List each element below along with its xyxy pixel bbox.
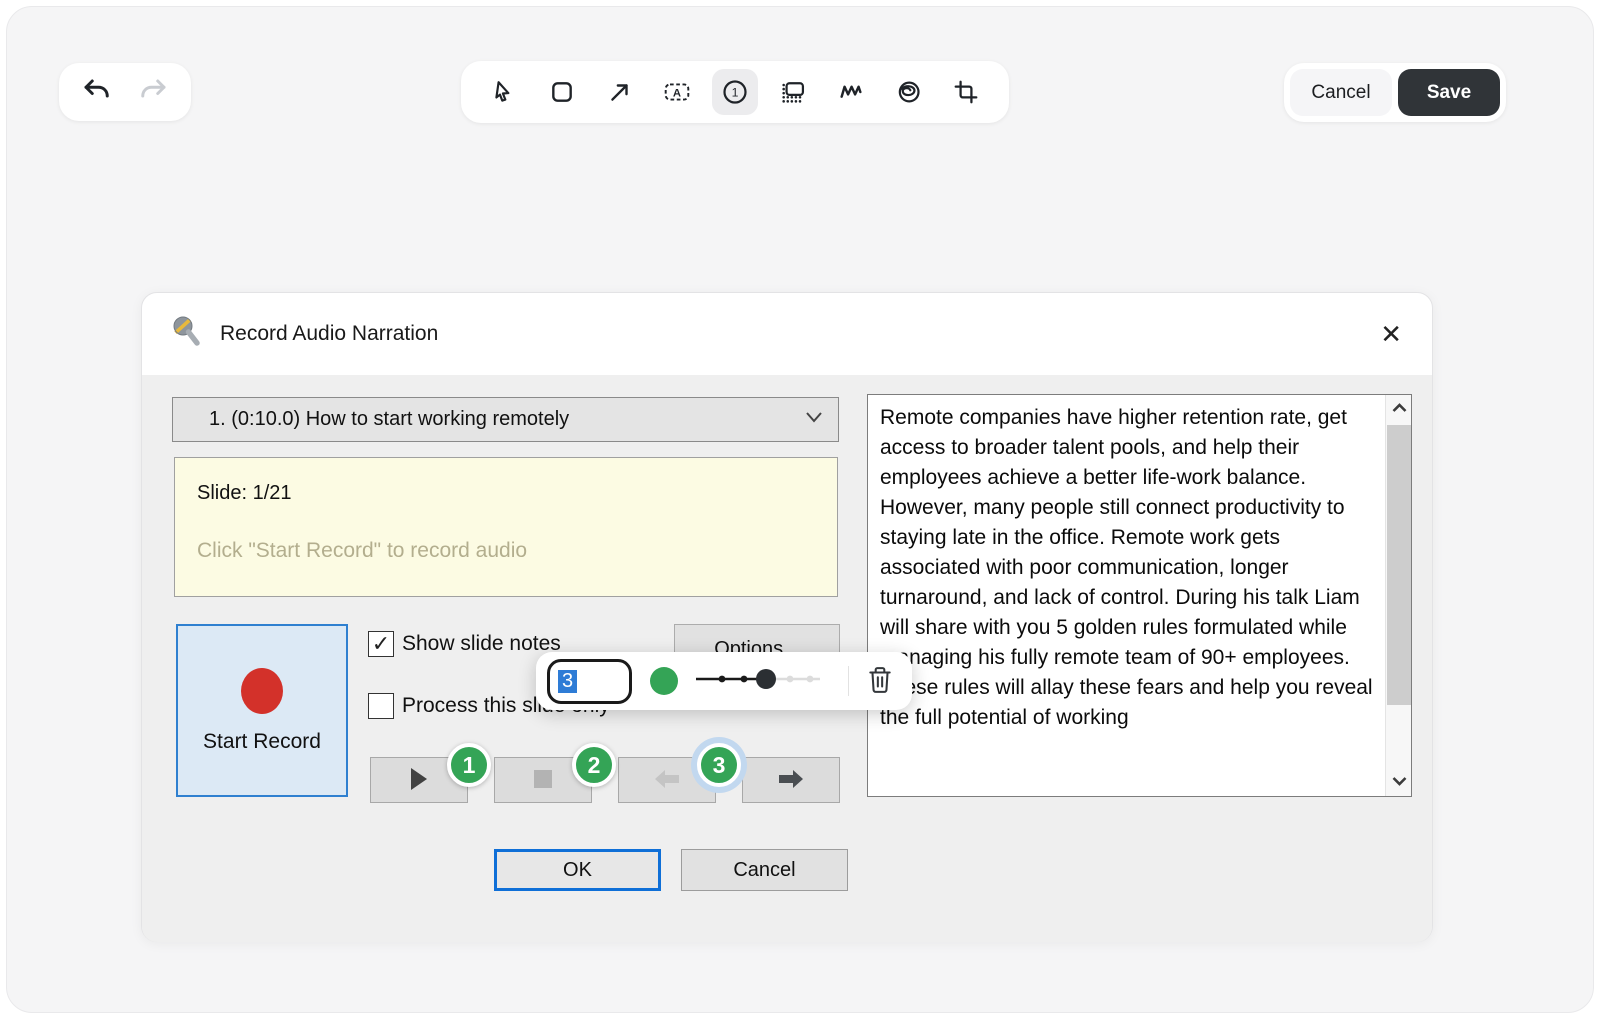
- toolbar-divider: [848, 666, 849, 696]
- slide-counter: Slide: 1/21: [197, 482, 815, 505]
- checkbox-checked-icon: ✓: [368, 631, 394, 657]
- editor-cancel-button[interactable]: Cancel: [1290, 69, 1392, 116]
- badge-number-value: 3: [558, 670, 577, 693]
- crop-icon: [953, 79, 979, 105]
- svg-text:A: A: [673, 88, 681, 100]
- show-slide-notes-checkbox[interactable]: ✓ Show slide notes: [368, 631, 561, 657]
- editor-save-button[interactable]: Save: [1398, 69, 1500, 116]
- undo-icon: [81, 76, 111, 109]
- close-icon: ✕: [1380, 319, 1402, 349]
- rectangle-tool-button[interactable]: [539, 69, 585, 115]
- blur-tool-button[interactable]: [770, 69, 816, 115]
- scribble-tool-button[interactable]: [885, 69, 931, 115]
- chevron-down-icon: [1392, 773, 1407, 791]
- slide-dropdown[interactable]: 1. (0:10.0) How to start working remotel…: [172, 397, 839, 442]
- delete-badge-button[interactable]: [867, 666, 893, 697]
- scroll-down-button[interactable]: [1386, 768, 1412, 796]
- dialog-close-button[interactable]: ✕: [1380, 321, 1402, 347]
- freehand-marker-icon: [837, 78, 865, 106]
- scribble-out-icon: [894, 78, 922, 106]
- slide-notes-panel: Remote companies have higher retention r…: [867, 394, 1412, 797]
- notes-scrollbar[interactable]: [1385, 395, 1411, 796]
- stop-icon: [533, 769, 553, 792]
- scrollbar-thumb[interactable]: [1387, 425, 1411, 705]
- record-dot-icon: [241, 668, 283, 714]
- cursor-icon: [491, 79, 517, 105]
- numbered-step-icon: 1: [721, 78, 749, 106]
- show-slide-notes-label: Show slide notes: [402, 632, 561, 656]
- start-record-label: Start Record: [203, 730, 321, 754]
- record-hint: Click "Start Record" to record audio: [197, 539, 815, 563]
- color-swatch-green[interactable]: [650, 667, 678, 695]
- step-badge-2[interactable]: 2: [572, 743, 616, 787]
- checkbox-unchecked-icon: [368, 693, 394, 719]
- chevron-down-icon: [804, 410, 824, 429]
- crop-tool-button[interactable]: [943, 69, 989, 115]
- editor-actions-group: Cancel Save: [1284, 63, 1506, 122]
- dialog-title: Record Audio Narration: [220, 322, 438, 346]
- play-icon: [409, 767, 429, 794]
- next-slide-button[interactable]: [742, 757, 840, 803]
- chevron-up-icon: [1392, 400, 1407, 418]
- undo-redo-group: [59, 63, 191, 121]
- dialog-titlebar: Record Audio Narration ✕: [142, 293, 1432, 375]
- annotation-tools-toolbar: A 1: [461, 61, 1009, 123]
- ok-button[interactable]: OK: [494, 849, 661, 891]
- arrow-left-icon: [654, 768, 680, 793]
- text-tool-button[interactable]: A: [654, 69, 700, 115]
- badge-properties-toolbar: 3: [536, 652, 912, 710]
- screenshot-editor-canvas: A 1: [6, 6, 1594, 1013]
- recording-status-box: Slide: 1/21 Click "Start Record" to reco…: [174, 457, 838, 597]
- badge-number-input[interactable]: 3: [547, 659, 632, 704]
- step-number-tool-button[interactable]: 1: [712, 69, 758, 115]
- blur-pixelate-icon: [779, 78, 807, 106]
- dialog-cancel-button[interactable]: Cancel: [681, 849, 848, 891]
- step-badge-1[interactable]: 1: [447, 743, 491, 787]
- undo-button[interactable]: [76, 72, 116, 112]
- select-tool-button[interactable]: [481, 69, 527, 115]
- size-slider[interactable]: [692, 667, 824, 696]
- arrow-right-icon: [778, 768, 804, 793]
- svg-text:1: 1: [732, 86, 739, 100]
- rectangle-icon: [549, 79, 575, 105]
- scroll-up-button[interactable]: [1386, 395, 1412, 423]
- slide-notes-text: Remote companies have higher retention r…: [868, 395, 1385, 796]
- step-badge-3-selected[interactable]: 3: [697, 743, 741, 787]
- start-record-button[interactable]: Start Record: [176, 624, 348, 797]
- record-audio-narration-dialog: Record Audio Narration ✕ 1. (0:10.0) How…: [141, 292, 1433, 942]
- trash-icon: [867, 666, 893, 697]
- freehand-tool-button[interactable]: [828, 69, 874, 115]
- arrow-tool-button[interactable]: [597, 69, 643, 115]
- text-icon: A: [663, 79, 691, 105]
- redo-button[interactable]: [134, 72, 174, 112]
- redo-icon: [139, 76, 169, 109]
- arrow-icon: [607, 79, 633, 105]
- microphone-icon: [172, 315, 202, 354]
- slide-dropdown-value: 1. (0:10.0) How to start working remotel…: [209, 408, 804, 431]
